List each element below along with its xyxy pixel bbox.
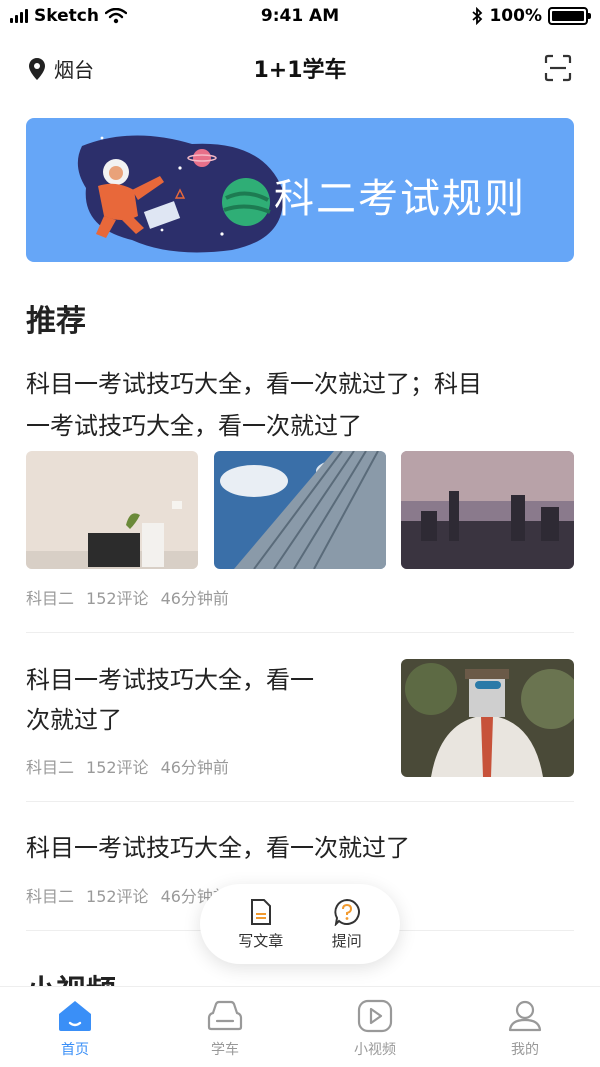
divider [26,632,574,633]
article-title: 一考试技巧大全，看一次就过了 [26,412,362,440]
write-article-button[interactable]: 写文章 [238,898,283,951]
banner-title: 科二考试规则 [274,176,526,222]
nav-bar: 烟台 1+1学车 [0,40,600,96]
article-subject: 科目二 [26,758,75,777]
document-icon [250,898,271,925]
scan-icon[interactable] [544,54,572,82]
user-icon [508,1000,542,1032]
article-title: 科目一考试技巧大全，看一次就过了 [26,834,410,862]
status-bar: Sketch 9:41 AM 100% [0,0,600,34]
page-title: 1+1学车 [253,58,347,83]
ask-question-button[interactable]: 提问 [332,898,362,951]
article-thumbnail-building [214,451,386,569]
car-icon [207,1000,243,1031]
divider [26,801,574,802]
article-time: 46分钟前 [160,758,229,777]
floating-action-menu: 写文章 提问 [200,884,400,964]
section-title-recommend: 推荐 [26,304,86,339]
article-thumbnail-city [401,451,574,569]
article-subject: 科目二 [26,589,75,608]
article-time: 46分钟前 [160,589,229,608]
promo-banner[interactable]: 科二考试规则 [26,118,574,262]
tab-home[interactable]: 首页 [0,987,150,1067]
astronaut-illustration [77,135,283,253]
bluetooth-icon [472,7,483,25]
article-comments: 152评论 [86,589,149,608]
video-play-icon [357,999,393,1033]
article-meta: 科目二 152评论 46分钟前 [26,883,229,907]
article-thumbnail-room [26,451,198,569]
bottom-tab-bar: 首页 学车 小视频 我的 [0,986,600,1067]
article-subject: 科目二 [26,887,75,906]
tab-label: 首页 [61,1042,89,1058]
tab-short-video[interactable]: 小视频 [300,987,450,1067]
article-title: 科目一考试技巧大全，看一次就过了；科目 [26,370,482,398]
article-comments: 152评论 [86,887,149,906]
battery-percent: 100% [489,6,542,26]
article-title: 科目一考试技巧大全，看一 [26,666,314,694]
write-article-label: 写文章 [238,931,284,950]
home-icon [59,1001,91,1031]
question-icon [334,898,360,926]
tab-mine[interactable]: 我的 [450,987,600,1067]
battery-icon [548,7,591,25]
tab-label: 小视频 [354,1042,396,1058]
article-title: 次就过了 [26,706,122,734]
tab-learn-driving[interactable]: 学车 [150,987,300,1067]
tab-label: 学车 [211,1042,239,1058]
article-thumbnail-person [401,659,574,777]
ask-question-label: 提问 [331,931,362,950]
tab-label: 我的 [511,1042,539,1058]
article-comments: 152评论 [86,758,149,777]
article-meta: 科目二 152评论 46分钟前 [26,585,229,609]
article-meta: 科目二 152评论 46分钟前 [26,754,229,778]
